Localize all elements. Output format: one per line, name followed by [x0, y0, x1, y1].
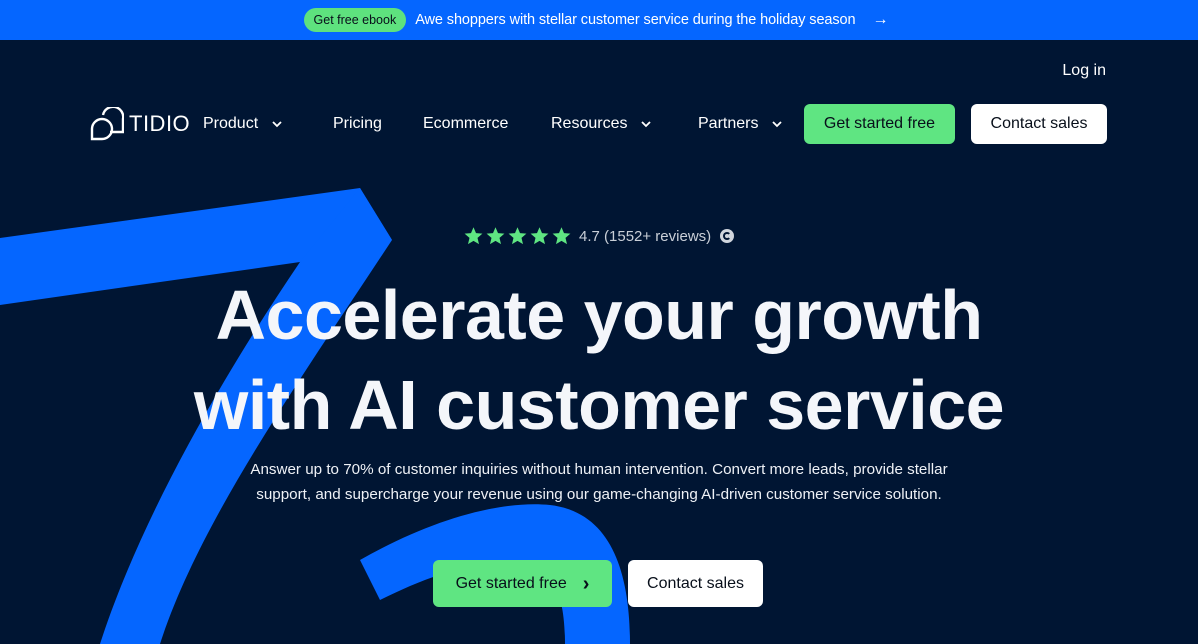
- hero-get-started-button[interactable]: Get started free ›: [433, 560, 612, 607]
- chevron-right-icon: ›: [582, 572, 590, 595]
- hero-get-started-label: Get started free: [455, 574, 567, 592]
- hero-section: Log in TIDIO Product Pricing Ecommerce R…: [0, 40, 1198, 644]
- star-icon: [530, 227, 549, 245]
- nav-contact-sales-button[interactable]: Contact sales: [971, 104, 1107, 144]
- nav-get-started-button[interactable]: Get started free: [804, 104, 955, 144]
- headline-line-1: Accelerate your growth: [215, 276, 984, 354]
- nav-partners[interactable]: Partners: [698, 115, 783, 133]
- nav-pricing[interactable]: Pricing: [333, 115, 382, 133]
- g2-icon: [720, 229, 735, 243]
- nav-ecommerce[interactable]: Ecommerce: [423, 115, 508, 133]
- promo-bar[interactable]: Get free ebook Awe shoppers with stellar…: [0, 0, 1198, 40]
- nav-product-label: Product: [203, 115, 259, 132]
- nav-ecommerce-label: Ecommerce: [423, 115, 509, 132]
- login-link[interactable]: Log in: [1062, 62, 1106, 80]
- promo-text[interactable]: Awe shoppers with stellar customer servi…: [415, 12, 855, 28]
- nav-product[interactable]: Product: [203, 115, 282, 133]
- rating-row: 4.7 (1552+ reviews): [463, 226, 735, 246]
- subtext-line-2: support, and supercharge your revenue us…: [256, 486, 942, 503]
- chevron-down-icon: [772, 121, 783, 128]
- get-free-ebook-badge[interactable]: Get free ebook: [303, 8, 407, 32]
- subtext-line-1: Answer up to 70% of customer inquiries w…: [250, 461, 948, 478]
- star-icon: [486, 227, 505, 245]
- chevron-down-icon: [641, 121, 652, 128]
- arrow-right-icon[interactable]: →: [872, 11, 888, 29]
- nav-resources[interactable]: Resources: [551, 115, 652, 133]
- nav-resources-label: Resources: [551, 115, 628, 132]
- hero-subtext: Answer up to 70% of customer inquiries w…: [200, 457, 998, 507]
- rating-text: 4.7 (1552+ reviews): [579, 227, 712, 245]
- hero-headline: Accelerate your growth with AI customer …: [0, 270, 1198, 450]
- nav-partners-label: Partners: [698, 115, 759, 132]
- nav-pricing-label: Pricing: [333, 115, 382, 132]
- main-navbar: TIDIO Product Pricing Ecommerce Resource…: [90, 104, 1107, 144]
- star-icon: [552, 227, 571, 245]
- logo-wordmark: TIDIO: [129, 111, 191, 136]
- hero-contact-sales-button[interactable]: Contact sales: [628, 560, 763, 607]
- star-icon: [464, 227, 483, 245]
- star-icon: [508, 227, 527, 245]
- tidio-logo[interactable]: TIDIO: [90, 107, 190, 141]
- headline-line-2: with AI customer service: [193, 366, 1005, 444]
- tidio-logo-icon: [90, 107, 124, 141]
- chevron-down-icon: [272, 121, 282, 128]
